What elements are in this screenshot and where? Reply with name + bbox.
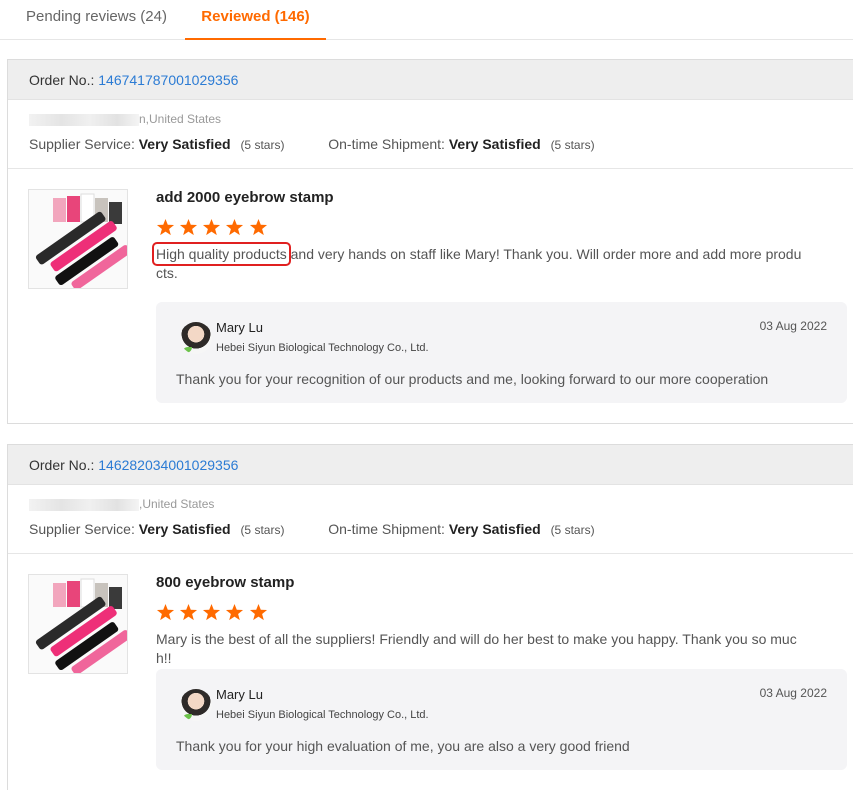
product-name[interactable]: add 2000 eyebrow stamp: [156, 189, 334, 206]
shipment-value: Very Satisfied: [448, 521, 541, 537]
supplier-service-label: Supplier Service:: [29, 136, 135, 152]
eyebrow-stamp-product-image: [29, 190, 127, 288]
tab-reviewed[interactable]: Reviewed (146): [185, 0, 326, 40]
review-card: Order No.: 146282034001029356 ,United St…: [7, 444, 853, 790]
shipment-value: Very Satisfied: [448, 136, 541, 152]
shipment-stars: (5 stars): [550, 523, 595, 537]
star-icon: [249, 218, 267, 236]
buyer-info: n,United States Supplier Service: Very S…: [8, 100, 853, 169]
product-thumbnail[interactable]: [28, 189, 128, 289]
star-icon: [203, 218, 221, 236]
supplier-service-label: Supplier Service:: [29, 521, 135, 537]
supplier-avatar: [180, 689, 212, 721]
buyer-location: n,United States: [29, 112, 221, 126]
shipment-stars: (5 stars): [550, 138, 595, 152]
seller-ratings: Supplier Service: Very Satisfied (5 star…: [29, 521, 595, 537]
redacted-buyer-name: [29, 498, 139, 511]
star-icon: [180, 218, 198, 236]
review-tabs: Pending reviews (24) Reviewed (146): [0, 0, 853, 40]
reply-date: 03 Aug 2022: [759, 319, 827, 333]
reply-company: Hebei Siyun Biological Technology Co., L…: [216, 342, 429, 354]
order-header: Order No.: 146741787001029356: [8, 60, 853, 100]
rating-stars: [156, 218, 268, 238]
reply-date: 03 Aug 2022: [759, 686, 827, 700]
reply-company: Hebei Siyun Biological Technology Co., L…: [216, 709, 429, 721]
order-label: Order No.:: [29, 457, 95, 473]
reply-text: Thank you for your recognition of our pr…: [176, 371, 769, 387]
eyebrow-stamp-product-image: [29, 575, 127, 673]
reply-author-name: Mary Lu: [216, 320, 263, 335]
supplier-service-stars: (5 stars): [240, 523, 285, 537]
supplier-reply: Mary Lu Hebei Siyun Biological Technolog…: [156, 302, 847, 403]
shipment-label: On-time Shipment:: [328, 521, 445, 537]
rating-stars: [156, 603, 268, 623]
review-comment: High quality products and very hands on …: [152, 242, 802, 281]
star-icon: [226, 218, 244, 236]
product-thumbnail[interactable]: [28, 574, 128, 674]
order-number-link[interactable]: 146282034001029356: [98, 457, 238, 473]
star-icon: [156, 218, 175, 236]
supplier-service-stars: (5 stars): [240, 138, 285, 152]
shipment-label: On-time Shipment:: [328, 136, 445, 152]
seller-ratings: Supplier Service: Very Satisfied (5 star…: [29, 136, 595, 152]
review-comment: Mary is the best of all the suppliers! F…: [156, 631, 797, 666]
buyer-location: ,United States: [29, 497, 214, 511]
tab-pending-reviews[interactable]: Pending reviews (24): [8, 0, 185, 40]
review-card: Order No.: 146741787001029356 n,United S…: [7, 59, 853, 424]
order-label: Order No.:: [29, 72, 95, 88]
star-icon: [203, 603, 221, 621]
order-header: Order No.: 146282034001029356: [8, 445, 853, 485]
highlighted-phrase: High quality products: [152, 242, 291, 266]
reply-author-name: Mary Lu: [216, 687, 263, 702]
reply-text: Thank you for your high evaluation of me…: [176, 738, 630, 754]
supplier-service-value: Very Satisfied: [138, 136, 231, 152]
star-icon: [249, 603, 267, 621]
redacted-buyer-name: [29, 113, 139, 126]
supplier-reply: Mary Lu Hebei Siyun Biological Technolog…: [156, 669, 847, 770]
order-number-link[interactable]: 146741787001029356: [98, 72, 238, 88]
supplier-service-value: Very Satisfied: [138, 521, 231, 537]
star-icon: [156, 603, 175, 621]
star-icon: [226, 603, 244, 621]
star-icon: [180, 603, 198, 621]
supplier-avatar: [180, 322, 212, 354]
product-name[interactable]: 800 eyebrow stamp: [156, 574, 294, 591]
buyer-info: ,United States Supplier Service: Very Sa…: [8, 485, 853, 554]
